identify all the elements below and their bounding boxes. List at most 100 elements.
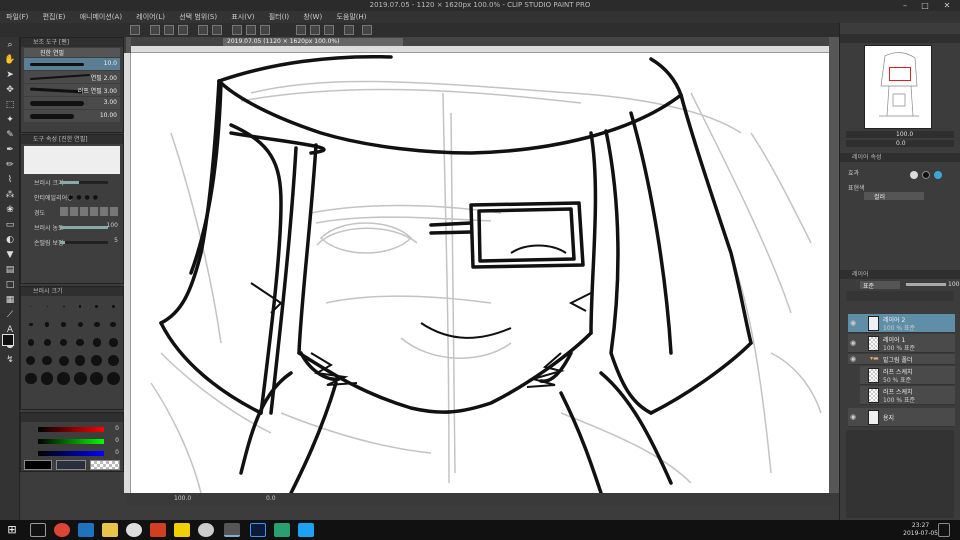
brush-size-item[interactable] [41, 299, 55, 314]
selection-icon[interactable]: ⬚ [2, 99, 18, 112]
secondary-color-swatch[interactable] [56, 460, 86, 470]
gradient-icon[interactable]: ▤ [2, 264, 18, 277]
brush-size-item[interactable] [41, 335, 55, 350]
snap-grid-icon[interactable] [310, 25, 320, 35]
menu-layer[interactable]: 레이어(L) [130, 11, 171, 23]
brush-size-item[interactable] [24, 371, 38, 386]
fill-icon[interactable]: ▼ [2, 249, 18, 262]
hand-icon[interactable]: ✋ [2, 54, 18, 67]
brush-size-item[interactable] [41, 353, 55, 368]
brush-size-item[interactable] [74, 335, 88, 350]
brush-size-item[interactable] [107, 335, 121, 350]
opacity-slider[interactable] [906, 283, 946, 286]
navigator-zoom-slider[interactable]: 100.0 [846, 131, 954, 138]
red-slider[interactable]: 0 [24, 425, 120, 434]
clip-studio-icon[interactable] [130, 25, 140, 35]
app-icon-red[interactable] [150, 523, 166, 537]
new-file-icon[interactable] [150, 25, 160, 35]
menu-filter[interactable]: 필터(I) [263, 11, 295, 23]
maximize-button[interactable]: □ [918, 1, 932, 10]
brush-size-item[interactable] [57, 353, 71, 368]
eraser-icon[interactable]: ▭ [2, 219, 18, 232]
visibility-eye-icon[interactable]: ◉ [850, 339, 856, 347]
visibility-eye-icon[interactable]: ◉ [850, 319, 856, 327]
brush-size-item[interactable] [41, 371, 55, 386]
snap-ruler-icon[interactable] [296, 25, 306, 35]
eyedropper-icon[interactable]: ✎ [2, 129, 18, 142]
main-color-swatch[interactable] [2, 334, 14, 346]
current-color-swatch[interactable] [24, 460, 52, 470]
brush-item[interactable]: 연필 2.00 [24, 71, 120, 83]
zoom-icon[interactable]: ⌕ [2, 39, 18, 52]
brush-size-item[interactable] [107, 353, 121, 368]
blue-slider[interactable]: 0 [24, 449, 120, 458]
document-tab[interactable]: 2019.07.05 (1120 × 1620px 100.0%) [223, 38, 403, 46]
airbrush-icon[interactable]: ⁂ [2, 189, 18, 202]
blend-icon[interactable]: ◐ [2, 234, 18, 247]
layer-row[interactable]: 러프 스케치 50 % 표준 [860, 366, 955, 385]
close-button[interactable]: ✕ [940, 1, 954, 10]
visibility-eye-icon[interactable]: ◉ [850, 355, 856, 363]
drawing-canvas[interactable] [131, 53, 829, 493]
assets-icon[interactable] [362, 25, 372, 35]
green-slider[interactable]: 0 [24, 437, 120, 446]
layer-row[interactable]: ◉ 용지 [848, 408, 955, 427]
brush-item[interactable]: 러프 연필 3.00 [24, 84, 120, 96]
brush-size-item[interactable] [57, 317, 71, 332]
menu-file[interactable]: 파일(F) [0, 11, 34, 23]
layer-row[interactable]: 러프 스케치 100 % 표준 [860, 386, 955, 405]
transparent-color-swatch[interactable] [90, 460, 120, 470]
edge-icon[interactable] [78, 523, 94, 537]
brush-size-item[interactable] [90, 299, 104, 314]
menu-window[interactable]: 창(W) [297, 11, 328, 23]
app-icon-white[interactable] [126, 523, 142, 537]
app-icon-grey[interactable] [198, 523, 214, 537]
deselect-icon[interactable] [260, 25, 270, 35]
hardness-row[interactable]: 경도 [24, 206, 120, 219]
snap-perspective-icon[interactable] [324, 25, 334, 35]
pencil-icon[interactable]: ✏ [2, 159, 18, 172]
settings-icon[interactable] [344, 25, 354, 35]
brush-size-item[interactable] [24, 353, 38, 368]
sub-tool-group[interactable]: 진한 연필 [24, 48, 120, 57]
brush-size-item[interactable] [24, 317, 38, 332]
brush-size-item[interactable] [106, 371, 121, 386]
brush-size-item[interactable] [57, 335, 71, 350]
effect-color-icon[interactable] [934, 171, 942, 179]
brush-size-item[interactable] [57, 299, 71, 314]
brush-item[interactable]: 10.0 [24, 58, 120, 70]
zoom-readout[interactable]: 100.0 [174, 495, 191, 502]
effect-toggle-icon[interactable] [910, 171, 918, 179]
redo-icon[interactable] [212, 25, 222, 35]
brush-size-item[interactable] [90, 353, 104, 368]
clear-icon[interactable] [232, 25, 242, 35]
brush-size-item[interactable] [74, 317, 88, 332]
brush-item[interactable]: 10.00 [24, 110, 120, 122]
brush-size-item[interactable] [57, 371, 71, 386]
brush-size-row[interactable]: 브러시 크기 [24, 176, 120, 189]
transform-icon[interactable] [246, 25, 256, 35]
visibility-eye-icon[interactable]: ◉ [850, 413, 856, 421]
navigator-viewport-box[interactable] [889, 67, 911, 81]
brush-density-row[interactable]: 브러시 농도 100 [24, 221, 120, 234]
open-file-icon[interactable] [164, 25, 174, 35]
correct-line-icon[interactable]: ↯ [2, 354, 18, 367]
layer-row[interactable]: ◉ 레이어 2 100 % 표준 [848, 314, 955, 333]
brush-size-item[interactable] [41, 317, 55, 332]
chrome-icon[interactable] [54, 523, 70, 537]
brush-size-item[interactable] [90, 371, 104, 386]
taskbar-clock[interactable]: 23:27 2019-07-05 [903, 522, 938, 538]
notification-icon[interactable] [938, 523, 950, 537]
decoration-icon[interactable]: ❀ [2, 204, 18, 217]
brush-size-item[interactable] [24, 299, 38, 314]
navigator-preview[interactable] [864, 45, 932, 129]
menu-selection[interactable]: 선택 범위(S) [173, 11, 223, 23]
angle-readout[interactable]: 0.0 [266, 495, 276, 502]
effect-border-icon[interactable] [922, 171, 930, 179]
file-explorer-icon[interactable] [102, 523, 118, 537]
operation-icon[interactable]: ➤ [2, 69, 18, 82]
blend-mode-select[interactable]: 표준 [860, 281, 900, 290]
clip-studio-taskbar-icon[interactable] [224, 523, 240, 537]
brush-size-item[interactable] [107, 317, 121, 332]
twitter-icon[interactable] [298, 523, 314, 537]
